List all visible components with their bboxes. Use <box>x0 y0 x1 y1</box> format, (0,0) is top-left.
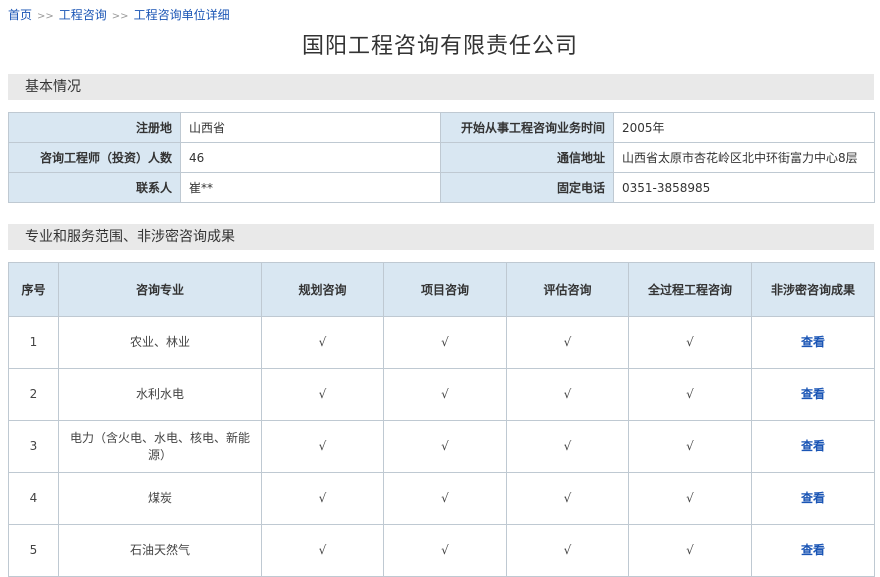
info-label-address: 通信地址 <box>440 142 614 173</box>
column-header-results: 非涉密咨询成果 <box>751 262 875 317</box>
cell-no: 2 <box>8 368 59 421</box>
info-label-contact: 联系人 <box>8 172 181 203</box>
check-mark: √ <box>628 524 752 577</box>
cell-major: 煤炭 <box>58 472 262 525</box>
column-header-no: 序号 <box>8 262 59 317</box>
cell-result: 查看 <box>751 420 875 473</box>
basic-info-table: 注册地 山西省 开始从事工程咨询业务时间 2005年 咨询工程师（投资）人数 4… <box>8 112 875 203</box>
check-mark: √ <box>506 420 629 473</box>
cell-major: 石油天然气 <box>58 524 262 577</box>
table-row: 3 电力（含火电、水电、核电、新能源） √ √ √ √ 查看 <box>8 420 875 473</box>
check-mark: √ <box>506 472 629 525</box>
check-mark: √ <box>628 420 752 473</box>
breadcrumb-detail-link[interactable]: 工程咨询单位详细 <box>134 8 230 22</box>
check-mark: √ <box>261 316 384 369</box>
cell-result: 查看 <box>751 368 875 421</box>
check-mark: √ <box>628 316 752 369</box>
table-row: 2 水利水电 √ √ √ √ 查看 <box>8 368 875 421</box>
section-header-basic-info: 基本情况 <box>8 74 874 100</box>
info-value-registered-place: 山西省 <box>180 112 441 143</box>
view-results-link[interactable]: 查看 <box>801 491 825 505</box>
cell-major: 水利水电 <box>58 368 262 421</box>
breadcrumb-separator: >> <box>37 11 54 22</box>
check-mark: √ <box>506 316 629 369</box>
column-header-whole-process: 全过程工程咨询 <box>628 262 752 317</box>
breadcrumb-home-link[interactable]: 首页 <box>8 8 32 22</box>
info-label-engineer-count: 咨询工程师（投资）人数 <box>8 142 181 173</box>
info-value-contact: 崔** <box>180 172 441 203</box>
page-title: 国阳工程咨询有限责任公司 <box>301 34 578 59</box>
column-header-assessment: 评估咨询 <box>506 262 629 317</box>
column-header-major: 咨询专业 <box>58 262 262 317</box>
view-results-link[interactable]: 查看 <box>801 543 825 557</box>
cell-no: 4 <box>8 472 59 525</box>
cell-no: 1 <box>8 316 59 369</box>
check-mark: √ <box>261 368 384 421</box>
table-row: 联系人 崔** 固定电话 0351-3858985 <box>8 172 875 203</box>
check-mark: √ <box>628 472 752 525</box>
column-header-planning: 规划咨询 <box>261 262 384 317</box>
info-value-address: 山西省太原市杏花岭区北中环街富力中心8层 <box>613 142 875 173</box>
cell-no: 5 <box>8 524 59 577</box>
table-row: 1 农业、林业 √ √ √ √ 查看 <box>8 316 875 369</box>
check-mark: √ <box>261 472 384 525</box>
breadcrumb-consulting-link[interactable]: 工程咨询 <box>59 8 107 22</box>
check-mark: √ <box>506 368 629 421</box>
info-label-start-time: 开始从事工程咨询业务时间 <box>440 112 614 143</box>
table-row: 咨询工程师（投资）人数 46 通信地址 山西省太原市杏花岭区北中环街富力中心8层 <box>8 142 875 173</box>
check-mark: √ <box>261 524 384 577</box>
info-label-registered-place: 注册地 <box>8 112 181 143</box>
table-row: 4 煤炭 √ √ √ √ 查看 <box>8 472 875 525</box>
table-row: 5 石油天然气 √ √ √ √ 查看 <box>8 524 875 577</box>
view-results-link[interactable]: 查看 <box>801 387 825 401</box>
check-mark: √ <box>383 472 507 525</box>
cell-result: 查看 <box>751 316 875 369</box>
check-mark: √ <box>383 368 507 421</box>
check-mark: √ <box>383 524 507 577</box>
check-mark: √ <box>383 316 507 369</box>
info-value-phone: 0351-3858985 <box>613 172 875 203</box>
cell-major: 农业、林业 <box>58 316 262 369</box>
cell-result: 查看 <box>751 524 875 577</box>
info-value-start-time: 2005年 <box>613 112 875 143</box>
section-header-scope: 专业和服务范围、非涉密咨询成果 <box>8 224 874 250</box>
info-value-engineer-count: 46 <box>180 142 441 173</box>
check-mark: √ <box>628 368 752 421</box>
check-mark: √ <box>261 420 384 473</box>
view-results-link[interactable]: 查看 <box>801 439 825 453</box>
scope-table: 序号 咨询专业 规划咨询 项目咨询 评估咨询 全过程工程咨询 非涉密咨询成果 1… <box>8 262 875 577</box>
view-results-link[interactable]: 查看 <box>801 335 825 349</box>
info-label-phone: 固定电话 <box>440 172 614 203</box>
breadcrumb-separator: >> <box>111 11 129 22</box>
column-header-project: 项目咨询 <box>383 262 507 317</box>
cell-no: 3 <box>8 420 59 473</box>
check-mark: √ <box>383 420 507 473</box>
breadcrumb: 首页 >> 工程咨询 >> 工程咨询单位详细 <box>8 6 230 23</box>
cell-result: 查看 <box>751 472 875 525</box>
table-header-row: 序号 咨询专业 规划咨询 项目咨询 评估咨询 全过程工程咨询 非涉密咨询成果 <box>8 262 875 317</box>
check-mark: √ <box>506 524 629 577</box>
cell-major: 电力（含火电、水电、核电、新能源） <box>58 420 262 473</box>
table-row: 注册地 山西省 开始从事工程咨询业务时间 2005年 <box>8 112 875 143</box>
